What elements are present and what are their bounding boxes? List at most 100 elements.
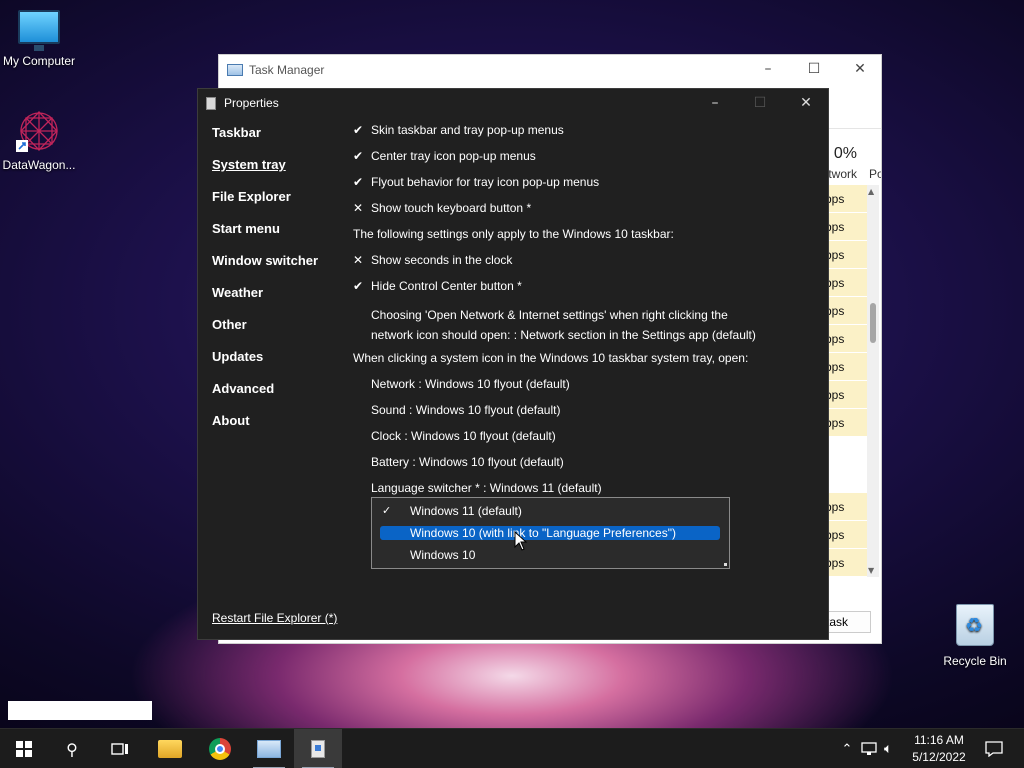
power-column-header[interactable]: Po (869, 167, 881, 181)
start-icon (16, 741, 32, 757)
close-button[interactable]: ✕ (783, 89, 829, 117)
task-view-icon (111, 743, 128, 755)
option-network-right-click[interactable]: Choosing 'Open Network & Internet settin… (371, 305, 756, 345)
properties-window[interactable]: Properties – ☐ ✕ Taskbar System tray Fil… (197, 88, 829, 640)
option-label: Windows 10 (with link to "Language Prefe… (410, 526, 676, 540)
network-column-header[interactable]: twork (828, 167, 857, 181)
dropdown-option-windows-10-link[interactable]: Windows 10 (with link to "Language Prefe… (380, 526, 720, 540)
language-switcher-dropdown[interactable]: ✓ Windows 11 (default) Windows 10 (with l… (371, 497, 730, 569)
desktop-icon-label: DataWagon... (2, 158, 76, 172)
clock-date: 5/12/2022 (912, 750, 966, 764)
desktop-icon-datawagon[interactable]: DataWagon... (0, 108, 84, 172)
nav-item-window-switcher[interactable]: Window switcher (212, 253, 318, 285)
properties-icon (311, 740, 325, 758)
option-network-icon[interactable]: Network : Windows 10 flyout (default) (371, 377, 570, 391)
option-flyout-behavior[interactable]: ✔ Flyout behavior for tray icon pop-up me… (353, 175, 599, 189)
nav-item-updates[interactable]: Updates (212, 349, 318, 381)
option-battery-icon[interactable]: Battery : Windows 10 flyout (default) (371, 455, 564, 469)
cross-icon: ✕ (353, 201, 364, 215)
taskbar: ⚲ ⌃ 🔈︎ 11:16 AM 5/12/2022 (0, 728, 1024, 768)
notification-icon (985, 741, 1003, 757)
nav-item-file-explorer[interactable]: File Explorer (212, 189, 318, 221)
cross-icon: ✕ (353, 253, 364, 267)
search-icon: ⚲ (66, 739, 78, 759)
option-label: Show touch keyboard button * (371, 201, 532, 215)
volume-icon[interactable]: 🔈︎ (884, 741, 892, 757)
nav-item-about[interactable]: About (212, 413, 318, 445)
desktop-icon-label: Recycle Bin (943, 654, 1007, 668)
task-manager-titlebar[interactable]: Task Manager – ☐ ✕ (219, 55, 881, 85)
minimize-button[interactable]: – (692, 89, 738, 117)
check-icon: ✔ (353, 123, 364, 137)
task-view-button[interactable] (96, 729, 144, 768)
option-label-line1: Choosing 'Open Network & Internet settin… (371, 308, 728, 322)
option-language-switcher[interactable]: Language switcher * : Windows 11 (defaul… (371, 481, 602, 495)
scroll-up-icon[interactable]: ▲ (868, 187, 874, 196)
desktop-icon-label: My Computer (2, 54, 76, 68)
option-skin-taskbar-menus[interactable]: ✔ Skin taskbar and tray pop-up menus (353, 123, 564, 137)
check-icon: ✓ (382, 504, 392, 517)
desktop-icon-recycle-bin[interactable]: Recycle Bin (930, 604, 1020, 668)
window-title: Task Manager (249, 63, 325, 77)
desktop-icon-my-computer[interactable]: My Computer (0, 10, 84, 68)
maximize-button: ☐ (753, 95, 767, 111)
text-overlay-box (8, 701, 152, 720)
option-touch-keyboard[interactable]: ✕ Show touch keyboard button * (353, 201, 531, 215)
option-clock-icon[interactable]: Clock : Windows 10 flyout (default) (371, 429, 556, 443)
search-button[interactable]: ⚲ (48, 729, 96, 768)
nav-item-weather[interactable]: Weather (212, 285, 318, 317)
taskbar-task-manager[interactable] (245, 729, 293, 768)
file-explorer-icon (158, 740, 182, 758)
system-tray: ⌃ 🔈︎ (836, 729, 893, 768)
nav-item-start-menu[interactable]: Start menu (212, 221, 318, 253)
chevron-up-icon[interactable]: ⌃ (836, 742, 858, 757)
task-manager-icon (257, 740, 281, 758)
nav-item-system-tray[interactable]: System tray (212, 157, 318, 189)
check-icon: ✔ (353, 279, 364, 293)
clock[interactable]: 11:16 AM 5/12/2022 (908, 732, 970, 766)
nav-item-taskbar[interactable]: Taskbar (212, 125, 318, 157)
task-manager-icon (227, 64, 243, 76)
taskbar-properties[interactable] (294, 729, 342, 768)
nav-item-other[interactable]: Other (212, 317, 318, 349)
option-center-tray-menus[interactable]: ✔ Center tray icon pop-up menus (353, 149, 536, 163)
network-icon[interactable] (860, 741, 878, 757)
option-hide-control-center[interactable]: ✔ Hide Control Center button * (353, 279, 522, 293)
dropdown-option-windows-10[interactable]: Windows 10 (380, 548, 720, 562)
option-label: Hide Control Center button * (371, 279, 522, 293)
win10-section-note: The following settings only apply to the… (353, 227, 674, 241)
option-label: Skin taskbar and tray pop-up menus (371, 123, 564, 137)
option-label: Show seconds in the clock (371, 253, 513, 267)
scroll-down-icon[interactable]: ▼ (868, 566, 874, 575)
properties-app-icon (206, 96, 216, 110)
end-task-button[interactable]: task (823, 611, 871, 633)
option-show-seconds[interactable]: ✕ Show seconds in the clock (353, 253, 512, 267)
dropdown-option-windows-11[interactable]: ✓ Windows 11 (default) (380, 504, 720, 518)
resize-grip[interactable] (724, 563, 727, 566)
option-label: Flyout behavior for tray icon pop-up men… (371, 175, 600, 189)
computer-icon (18, 10, 60, 51)
option-label: Windows 10 (410, 548, 476, 562)
start-button[interactable] (0, 729, 48, 768)
check-icon: ✔ (353, 175, 364, 189)
taskbar-chrome[interactable] (196, 729, 244, 768)
datawagon-icon (16, 108, 62, 154)
option-label: Windows 11 (default) (410, 504, 522, 518)
close-button[interactable]: ✕ (845, 61, 875, 77)
restart-file-explorer-link[interactable]: Restart File Explorer (*) (212, 611, 337, 625)
settings-nav: Taskbar System tray File Explorer Start … (212, 125, 318, 445)
taskbar-file-explorer[interactable] (146, 729, 194, 768)
scrollbar-thumb[interactable] (870, 303, 876, 343)
clock-time: 11:16 AM (914, 733, 964, 747)
option-label-line2: network icon should open: : Network sect… (371, 328, 756, 342)
nav-item-advanced[interactable]: Advanced (212, 381, 318, 413)
maximize-button[interactable]: ☐ (799, 61, 829, 77)
check-icon: ✔ (353, 149, 364, 163)
minimize-button[interactable]: – (753, 61, 783, 77)
notification-center-button[interactable] (970, 729, 1018, 768)
option-label: Center tray icon pop-up menus (371, 149, 536, 163)
recycle-bin-icon (956, 604, 994, 646)
option-sound-icon[interactable]: Sound : Windows 10 flyout (default) (371, 403, 560, 417)
vertical-scrollbar[interactable]: ▲ ▼ (867, 185, 879, 577)
window-title: Properties (224, 96, 279, 110)
